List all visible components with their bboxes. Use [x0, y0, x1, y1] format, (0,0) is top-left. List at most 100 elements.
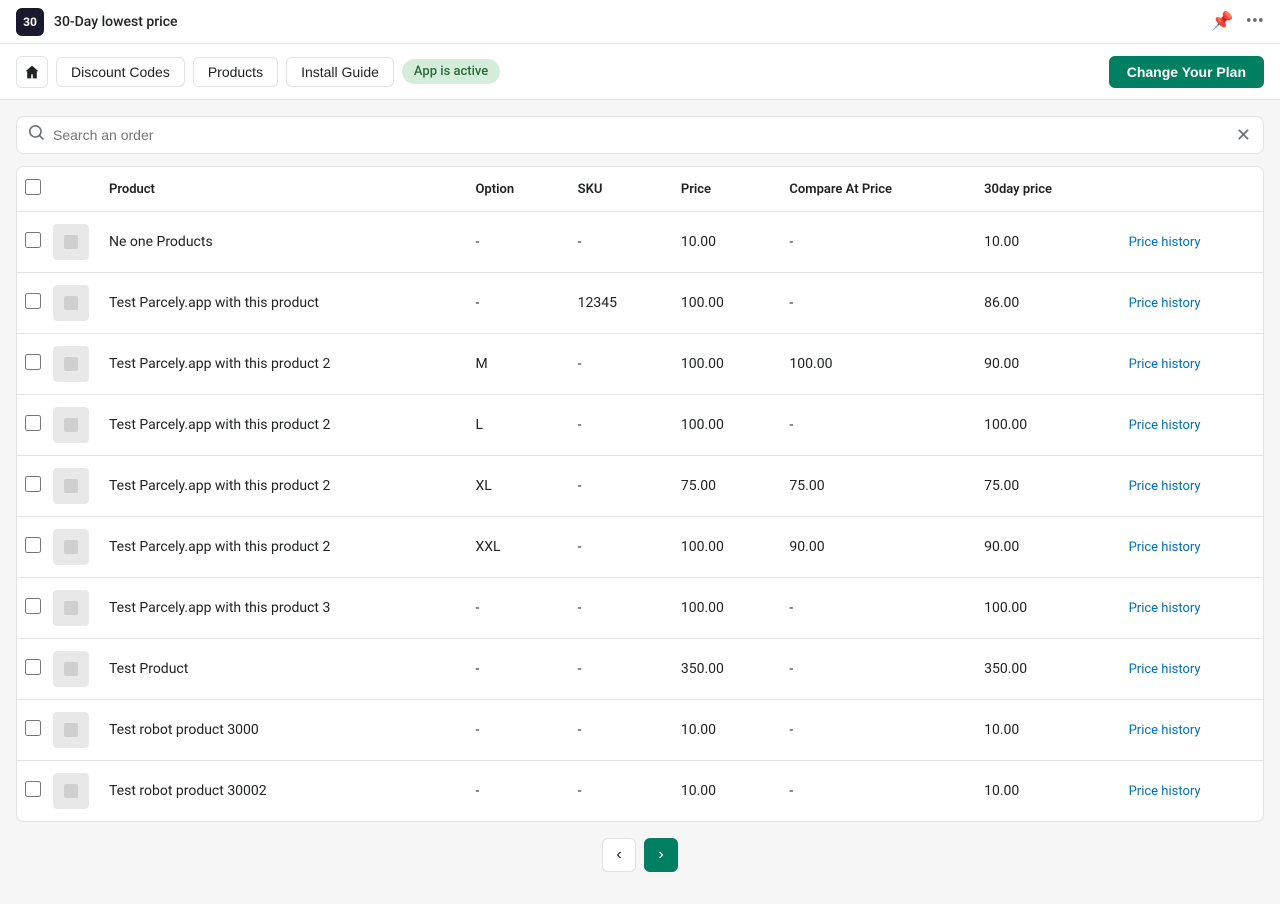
row-checkbox-8[interactable] [25, 720, 41, 736]
prev-page-button[interactable]: ‹ [602, 838, 636, 872]
row-checkbox-3[interactable] [25, 415, 41, 431]
row-checkbox-2[interactable] [25, 354, 41, 370]
product-thumbnail [53, 773, 89, 809]
table-row: Test Parcely.app with this product 2 M -… [17, 334, 1263, 395]
row-price: 10.00 [665, 761, 774, 822]
row-price-history-cell: Price history [1113, 212, 1263, 273]
price-history-link-7[interactable]: Price history [1129, 662, 1201, 677]
row-checkbox-cell[interactable] [17, 273, 49, 334]
price-history-link-9[interactable]: Price history [1129, 784, 1201, 799]
row-compare-at: 100.00 [773, 334, 968, 395]
discount-codes-button[interactable]: Discount Codes [56, 57, 185, 87]
row-checkbox-cell[interactable] [17, 395, 49, 456]
product-thumbnail [53, 468, 89, 504]
row-price: 100.00 [665, 517, 774, 578]
products-button[interactable]: Products [193, 57, 278, 87]
row-product-name: Test Product [93, 639, 459, 700]
row-price: 100.00 [665, 334, 774, 395]
pin-icon[interactable]: 📌 [1211, 11, 1233, 32]
row-checkbox-0[interactable] [25, 232, 41, 248]
row-checkbox-6[interactable] [25, 598, 41, 614]
search-input[interactable] [53, 117, 1236, 153]
row-checkbox-4[interactable] [25, 476, 41, 492]
row-option: XL [459, 456, 561, 517]
row-checkbox-cell[interactable] [17, 334, 49, 395]
row-sku: - [562, 761, 665, 822]
product-thumbnail [53, 285, 89, 321]
install-guide-button[interactable]: Install Guide [286, 57, 394, 87]
row-checkbox-7[interactable] [25, 659, 41, 675]
row-option: M [459, 334, 561, 395]
row-thumb-cell [49, 517, 93, 578]
row-product-name: Test Parcely.app with this product 2 [93, 456, 459, 517]
change-plan-button[interactable]: Change Your Plan [1109, 56, 1264, 88]
row-compare-at: - [773, 578, 968, 639]
more-icon[interactable]: ••• [1246, 11, 1264, 32]
row-checkbox-9[interactable] [25, 781, 41, 797]
row-sku: - [562, 456, 665, 517]
row-price-history-cell: Price history [1113, 273, 1263, 334]
row-checkbox-5[interactable] [25, 537, 41, 553]
price-history-link-3[interactable]: Price history [1129, 418, 1201, 433]
main-content: ✕ Product Option SKU Price Compare At Pr… [0, 100, 1280, 904]
row-thumb-cell [49, 212, 93, 273]
row-30day-price: 100.00 [968, 395, 1113, 456]
header-actions [1113, 167, 1263, 212]
row-product-name: Test Parcely.app with this product 2 [93, 517, 459, 578]
top-bar-icons: 📌 ••• [1211, 11, 1264, 32]
price-history-link-6[interactable]: Price history [1129, 601, 1201, 616]
row-checkbox-cell[interactable] [17, 639, 49, 700]
row-30day-price: 10.00 [968, 761, 1113, 822]
top-bar: 30 30-Day lowest price 📌 ••• [0, 0, 1280, 44]
row-thumb-cell [49, 334, 93, 395]
row-price-history-cell: Price history [1113, 578, 1263, 639]
row-price-history-cell: Price history [1113, 395, 1263, 456]
price-history-link-0[interactable]: Price history [1129, 235, 1201, 250]
row-price: 100.00 [665, 273, 774, 334]
row-30day-price: 10.00 [968, 700, 1113, 761]
products-table: Product Option SKU Price Compare At Pric… [17, 167, 1263, 821]
price-history-link-5[interactable]: Price history [1129, 540, 1201, 555]
table-header-row: Product Option SKU Price Compare At Pric… [17, 167, 1263, 212]
search-clear-icon[interactable]: ✕ [1236, 125, 1251, 146]
row-checkbox-1[interactable] [25, 293, 41, 309]
home-button[interactable] [16, 56, 48, 88]
pagination: ‹ › [16, 822, 1264, 888]
row-price-history-cell: Price history [1113, 761, 1263, 822]
table-row: Test robot product 30002 - - 10.00 - 10.… [17, 761, 1263, 822]
row-price-history-cell: Price history [1113, 334, 1263, 395]
row-checkbox-cell[interactable] [17, 456, 49, 517]
row-checkbox-cell[interactable] [17, 578, 49, 639]
price-history-link-2[interactable]: Price history [1129, 357, 1201, 372]
header-thumb [49, 167, 93, 212]
row-compare-at: - [773, 700, 968, 761]
row-sku: 12345 [562, 273, 665, 334]
price-history-link-8[interactable]: Price history [1129, 723, 1201, 738]
product-thumbnail [53, 651, 89, 687]
price-history-link-1[interactable]: Price history [1129, 296, 1201, 311]
table-row: Ne one Products - - 10.00 - 10.00 Price … [17, 212, 1263, 273]
select-all-checkbox[interactable] [25, 179, 41, 195]
row-product-name: Test Parcely.app with this product [93, 273, 459, 334]
row-checkbox-cell[interactable] [17, 761, 49, 822]
row-checkbox-cell[interactable] [17, 700, 49, 761]
row-option: - [459, 578, 561, 639]
product-thumb-icon [61, 476, 81, 496]
row-compare-at: - [773, 273, 968, 334]
row-checkbox-cell[interactable] [17, 212, 49, 273]
product-thumb-icon [61, 354, 81, 374]
top-bar-left: 30 30-Day lowest price [16, 8, 178, 36]
products-table-container: Product Option SKU Price Compare At Pric… [16, 166, 1264, 822]
next-page-button[interactable]: › [644, 838, 678, 872]
header-select-all[interactable] [17, 167, 49, 212]
table-body: Ne one Products - - 10.00 - 10.00 Price … [17, 212, 1263, 822]
app-logo: 30 [16, 8, 44, 36]
row-compare-at: - [773, 212, 968, 273]
product-thumbnail [53, 712, 89, 748]
row-checkbox-cell[interactable] [17, 517, 49, 578]
price-history-link-4[interactable]: Price history [1129, 479, 1201, 494]
row-price: 100.00 [665, 578, 774, 639]
header-product: Product [93, 167, 459, 212]
row-product-name: Test Parcely.app with this product 2 [93, 395, 459, 456]
row-product-name: Test Parcely.app with this product 3 [93, 578, 459, 639]
